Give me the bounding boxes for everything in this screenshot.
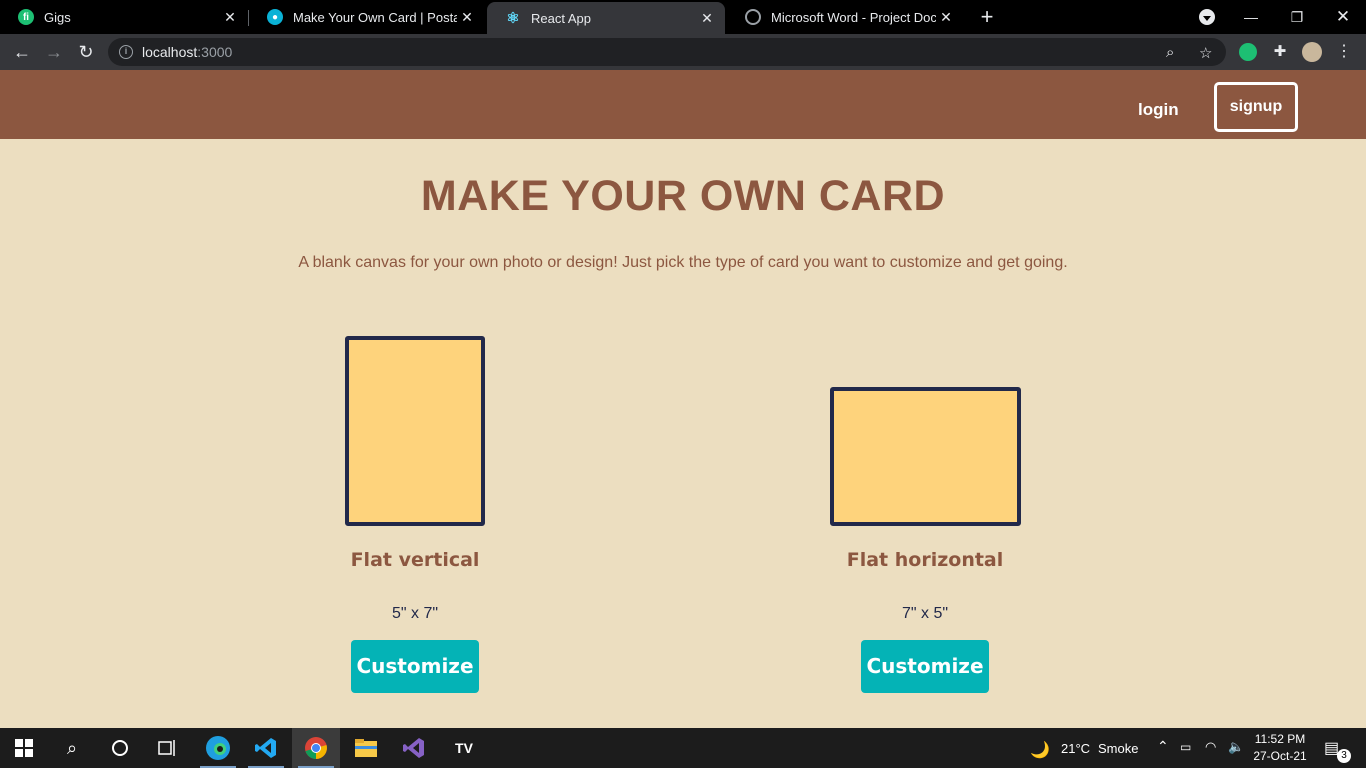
puzzle-icon[interactable]: ✚ [1268,40,1292,64]
windows-taskbar: ⌕ TV 🌙 21°C Smoke ⌃ ▭ ◠ 🔈 11:52 PM 27-Oc… [0,728,1366,768]
vscode-icon[interactable] [242,728,290,768]
customize-button-horizontal[interactable]: Customize [861,640,989,693]
login-link[interactable]: login [1138,100,1179,120]
tab-microsoft-word[interactable]: Microsoft Word - Project Docum ✕ [727,0,964,34]
close-icon[interactable]: ✕ [220,9,240,26]
card-title-vertical: Flat vertical [350,549,480,571]
address-url: localhost:3000 [142,44,232,60]
zoom-icon[interactable]: ⌕ [1166,44,1174,61]
chevron-up-icon[interactable]: ⌃ [1157,738,1169,755]
visual-studio-icon[interactable] [390,728,438,768]
weather-temp[interactable]: 21°C [1061,741,1090,756]
app-header: login signup [0,70,1366,139]
clock-time: 11:52 PM [1254,732,1306,746]
weather-condition[interactable]: Smoke [1098,741,1138,756]
tradingview-icon[interactable]: TV [440,728,488,768]
address-bar[interactable]: i localhost:3000 ⌕ ☆ [108,38,1226,66]
url-host: localhost [142,44,198,60]
windows-start-icon[interactable] [0,728,48,768]
postable-icon: ● [267,9,283,25]
speaker-icon[interactable]: 🔈 [1228,739,1244,755]
fiverr-icon: fi [18,9,34,25]
window-close-icon[interactable]: ✕ [1320,0,1366,34]
bookmark-star-icon[interactable]: ☆ [1199,44,1212,62]
task-view-icon[interactable] [144,728,192,768]
reload-icon[interactable]: ↻ [74,40,98,64]
browser-tab-strip: fi Gigs ✕ ● Make Your Own Card | Postabl… [0,0,1366,34]
globe-icon [745,9,761,25]
tab-title: React App [531,10,591,26]
page-subtitle: A blank canvas for your own photo or des… [298,254,1068,271]
card-size-vertical: 5" x 7" [391,605,439,622]
tab-react-app[interactable]: ⚛ React App ✕ [487,2,725,34]
url-port: :3000 [197,44,233,60]
signup-button[interactable]: signup [1214,82,1298,132]
browser-toolbar: ← → ↻ i localhost:3000 ⌕ ☆ ✚ ⋮ [0,34,1366,70]
tab-title: Make Your Own Card | Postable [293,9,457,25]
wifi-icon[interactable]: ◠ [1205,739,1216,755]
tab-postable[interactable]: ● Make Your Own Card | Postable ✕ [249,0,485,34]
system-clock[interactable]: 11:52 PM 27-Oct-21 [1248,731,1312,765]
chrome-icon[interactable] [292,728,340,768]
card-size-horizontal: 7" x 5" [901,605,949,622]
card-preview-horizontal[interactable] [830,387,1021,526]
edge-icon[interactable] [194,728,242,768]
tab-title: Microsoft Word - Project Docum [771,9,936,25]
back-icon[interactable]: ← [10,40,34,64]
close-icon[interactable]: ✕ [457,9,477,26]
page-title: MAKE YOUR OWN CARD [420,172,946,220]
tab-title: Gigs [44,9,71,25]
card-preview-vertical[interactable] [345,336,485,526]
search-icon[interactable]: ⌕ [48,728,96,768]
card-title-horizontal: Flat horizontal [846,549,1004,571]
notification-badge: 3 [1337,749,1351,763]
new-tab-button[interactable]: + [976,6,998,28]
react-icon: ⚛ [506,10,520,27]
file-explorer-icon[interactable] [342,728,390,768]
battery-icon[interactable]: ▭ [1180,740,1191,754]
avatar[interactable] [1302,42,1322,62]
close-icon[interactable]: ✕ [936,9,956,26]
extension-icon[interactable] [1239,43,1257,61]
close-icon[interactable]: ✕ [697,10,717,27]
menu-kebab-icon[interactable]: ⋮ [1332,40,1356,64]
customize-button-vertical[interactable]: Customize [351,640,479,693]
restore-icon[interactable]: ❐ [1274,0,1320,34]
tab-gigs[interactable]: fi Gigs ✕ [0,0,248,34]
tab-search-icon[interactable] [1199,9,1215,25]
weather-moon-icon: 🌙 [1030,742,1050,759]
minimize-icon[interactable]: — [1228,0,1274,34]
forward-icon[interactable]: → [42,40,66,64]
clock-date: 27-Oct-21 [1253,749,1307,763]
site-info-icon[interactable]: i [119,45,133,59]
cortana-icon[interactable] [96,728,144,768]
